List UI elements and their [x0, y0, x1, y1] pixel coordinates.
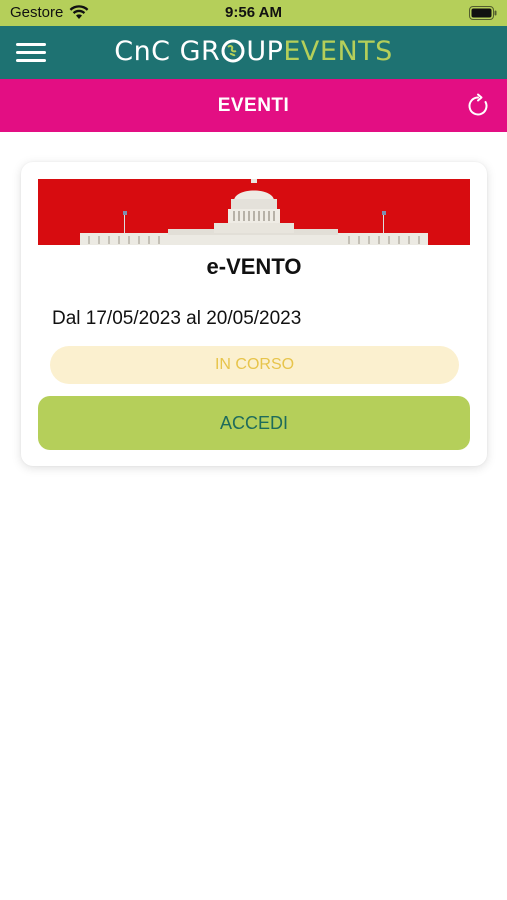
app-logo: CnC GR UPEVENTS [0, 36, 507, 67]
title-bar: EVENTI [0, 79, 507, 132]
status-bar: Gestore 9:56 AM [0, 0, 507, 26]
clock: 9:56 AM [225, 4, 282, 21]
event-title: e-VENTO [206, 254, 302, 279]
refresh-icon[interactable] [465, 93, 491, 119]
access-button[interactable]: ACCEDI [38, 396, 470, 450]
event-card[interactable]: e-VENTO Dal 17/05/2023 al 20/05/2023 IN … [21, 162, 487, 466]
logo-text-c: EVENTS [283, 36, 393, 67]
page-title: EVENTI [217, 95, 290, 116]
logo-text-b: UP [246, 36, 284, 67]
app-header: CnC GR UPEVENTS [0, 26, 507, 79]
logo-globe-icon [220, 36, 246, 67]
status-badge: IN CORSO [50, 346, 459, 384]
logo-text-a: CnC GR [114, 36, 221, 67]
event-dates: Dal 17/05/2023 al 20/05/2023 [52, 308, 302, 329]
capitol-building-image [38, 179, 470, 245]
battery-icon [469, 6, 497, 24]
